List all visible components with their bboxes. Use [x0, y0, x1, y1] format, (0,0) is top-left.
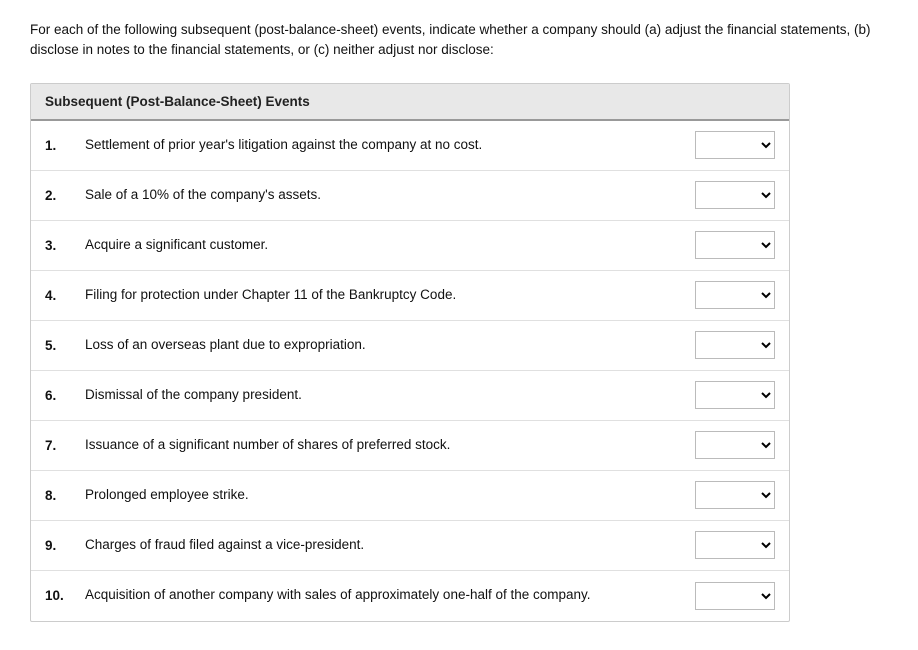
table-body: 1.Settlement of prior year's litigation …	[31, 121, 789, 621]
row-select-6[interactable]: (a) Adjust(b) Disclose(c) Neither	[695, 381, 775, 409]
row-number-3: 3.	[45, 238, 85, 253]
intro-text: For each of the following subsequent (po…	[30, 20, 888, 61]
row-select-8[interactable]: (a) Adjust(b) Disclose(c) Neither	[695, 481, 775, 509]
row-select-1[interactable]: (a) Adjust(b) Disclose(c) Neither	[695, 131, 775, 159]
table-row: 8.Prolonged employee strike.(a) Adjust(b…	[31, 471, 789, 521]
row-number-2: 2.	[45, 188, 85, 203]
row-select-9[interactable]: (a) Adjust(b) Disclose(c) Neither	[695, 531, 775, 559]
row-text-5: Loss of an overseas plant due to expropr…	[85, 336, 695, 355]
table-row: 4.Filing for protection under Chapter 11…	[31, 271, 789, 321]
row-text-3: Acquire a significant customer.	[85, 236, 695, 255]
table-row: 9.Charges of fraud filed against a vice-…	[31, 521, 789, 571]
row-select-5[interactable]: (a) Adjust(b) Disclose(c) Neither	[695, 331, 775, 359]
row-number-1: 1.	[45, 138, 85, 153]
row-text-4: Filing for protection under Chapter 11 o…	[85, 286, 695, 305]
table-header: Subsequent (Post-Balance-Sheet) Events	[31, 84, 789, 121]
row-text-7: Issuance of a significant number of shar…	[85, 436, 695, 455]
row-select-4[interactable]: (a) Adjust(b) Disclose(c) Neither	[695, 281, 775, 309]
row-select-2[interactable]: (a) Adjust(b) Disclose(c) Neither	[695, 181, 775, 209]
row-number-7: 7.	[45, 438, 85, 453]
row-select-10[interactable]: (a) Adjust(b) Disclose(c) Neither	[695, 582, 775, 610]
events-table: Subsequent (Post-Balance-Sheet) Events 1…	[30, 83, 790, 622]
row-text-10: Acquisition of another company with sale…	[85, 586, 695, 605]
table-row: 5.Loss of an overseas plant due to expro…	[31, 321, 789, 371]
table-row: 2.Sale of a 10% of the company's assets.…	[31, 171, 789, 221]
row-number-10: 10.	[45, 588, 85, 603]
table-row: 1.Settlement of prior year's litigation …	[31, 121, 789, 171]
row-number-5: 5.	[45, 338, 85, 353]
row-text-9: Charges of fraud filed against a vice-pr…	[85, 536, 695, 555]
row-select-7[interactable]: (a) Adjust(b) Disclose(c) Neither	[695, 431, 775, 459]
table-row: 7.Issuance of a significant number of sh…	[31, 421, 789, 471]
row-select-3[interactable]: (a) Adjust(b) Disclose(c) Neither	[695, 231, 775, 259]
row-number-9: 9.	[45, 538, 85, 553]
table-row: 3.Acquire a significant customer.(a) Adj…	[31, 221, 789, 271]
row-number-4: 4.	[45, 288, 85, 303]
row-number-6: 6.	[45, 388, 85, 403]
row-text-1: Settlement of prior year's litigation ag…	[85, 136, 695, 155]
row-text-2: Sale of a 10% of the company's assets.	[85, 186, 695, 205]
row-text-8: Prolonged employee strike.	[85, 486, 695, 505]
row-number-8: 8.	[45, 488, 85, 503]
table-row: 10.Acquisition of another company with s…	[31, 571, 789, 621]
table-row: 6.Dismissal of the company president.(a)…	[31, 371, 789, 421]
row-text-6: Dismissal of the company president.	[85, 386, 695, 405]
